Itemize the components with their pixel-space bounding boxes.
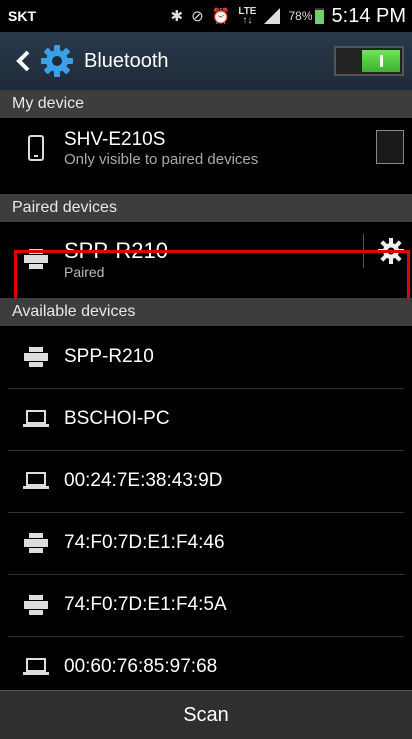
status-bar: SKT ✱ ⊘ ⏰ LTE ↑↓ 78% 5:14 PM bbox=[0, 0, 412, 32]
available-device-name: 00:60:76:85:97:68 bbox=[64, 656, 218, 677]
settings-gear-icon bbox=[41, 45, 73, 77]
laptop-icon bbox=[22, 472, 50, 490]
available-device-row[interactable]: BSCHOI-PC bbox=[0, 388, 412, 450]
section-header-my-device: My device bbox=[0, 90, 412, 118]
mute-icon: ⊘ bbox=[191, 8, 204, 25]
back-button[interactable] bbox=[10, 46, 36, 76]
phone-icon bbox=[22, 135, 50, 161]
printer-icon bbox=[22, 347, 50, 367]
status-icons: ✱ ⊘ ⏰ LTE ↑↓ 78% 5:14 PM bbox=[170, 5, 406, 28]
row-divider bbox=[8, 574, 404, 575]
available-device-row[interactable]: 74:F0:7D:E1:F4:5A bbox=[0, 574, 412, 636]
my-device-text: SHV-E210S Only visible to paired devices bbox=[64, 129, 258, 168]
alarm-icon: ⏰ bbox=[211, 8, 231, 25]
row-divider bbox=[8, 636, 404, 637]
chevron-left-icon bbox=[16, 50, 30, 72]
signal-icon bbox=[264, 8, 281, 24]
available-device-row[interactable]: SPP-R210 bbox=[0, 326, 412, 388]
clock: 5:14 PM bbox=[331, 4, 406, 27]
battery-indicator: 78% bbox=[288, 8, 324, 24]
my-device-row[interactable]: SHV-E210S Only visible to paired devices bbox=[0, 118, 412, 178]
laptop-icon bbox=[22, 410, 50, 428]
scan-button[interactable]: Scan bbox=[0, 690, 412, 739]
available-device-name: 00:24:7E:38:43:9D bbox=[64, 470, 223, 491]
row-divider bbox=[8, 450, 404, 451]
carrier-label: SKT bbox=[8, 8, 36, 24]
section-header-paired: Paired devices bbox=[0, 194, 412, 222]
bluetooth-status-icon: ✱ bbox=[170, 8, 184, 25]
available-device-row[interactable]: 74:F0:7D:E1:F4:46 bbox=[0, 512, 412, 574]
available-device-name: BSCHOI-PC bbox=[64, 408, 170, 429]
toggle-knob bbox=[362, 50, 400, 72]
available-device-name: SPP-R210 bbox=[64, 346, 154, 367]
bluetooth-toggle[interactable] bbox=[334, 46, 404, 76]
section-header-available: Available devices bbox=[0, 298, 412, 326]
printer-icon bbox=[22, 533, 50, 553]
lte-icon: LTE ↑↓ bbox=[238, 7, 256, 26]
row-divider bbox=[8, 388, 404, 389]
available-device-name: 74:F0:7D:E1:F4:5A bbox=[64, 594, 227, 615]
printer-icon bbox=[22, 595, 50, 615]
laptop-icon bbox=[22, 658, 50, 676]
row-divider bbox=[8, 512, 404, 513]
page-title: Bluetooth bbox=[84, 49, 169, 72]
available-device-row[interactable]: 00:60:76:85:97:68 bbox=[0, 636, 412, 698]
available-device-name: 74:F0:7D:E1:F4:46 bbox=[64, 532, 225, 553]
battery-icon bbox=[314, 8, 324, 24]
action-bar: Bluetooth bbox=[0, 32, 412, 90]
lte-arrows: ↑↓ bbox=[242, 15, 253, 26]
available-device-row[interactable]: 00:24:7E:38:43:9D bbox=[0, 450, 412, 512]
visibility-checkbox[interactable] bbox=[376, 130, 404, 164]
my-device-subtitle: Only visible to paired devices bbox=[64, 150, 259, 168]
my-device-name: SHV-E210S bbox=[64, 128, 166, 150]
battery-percent: 78% bbox=[288, 9, 313, 23]
